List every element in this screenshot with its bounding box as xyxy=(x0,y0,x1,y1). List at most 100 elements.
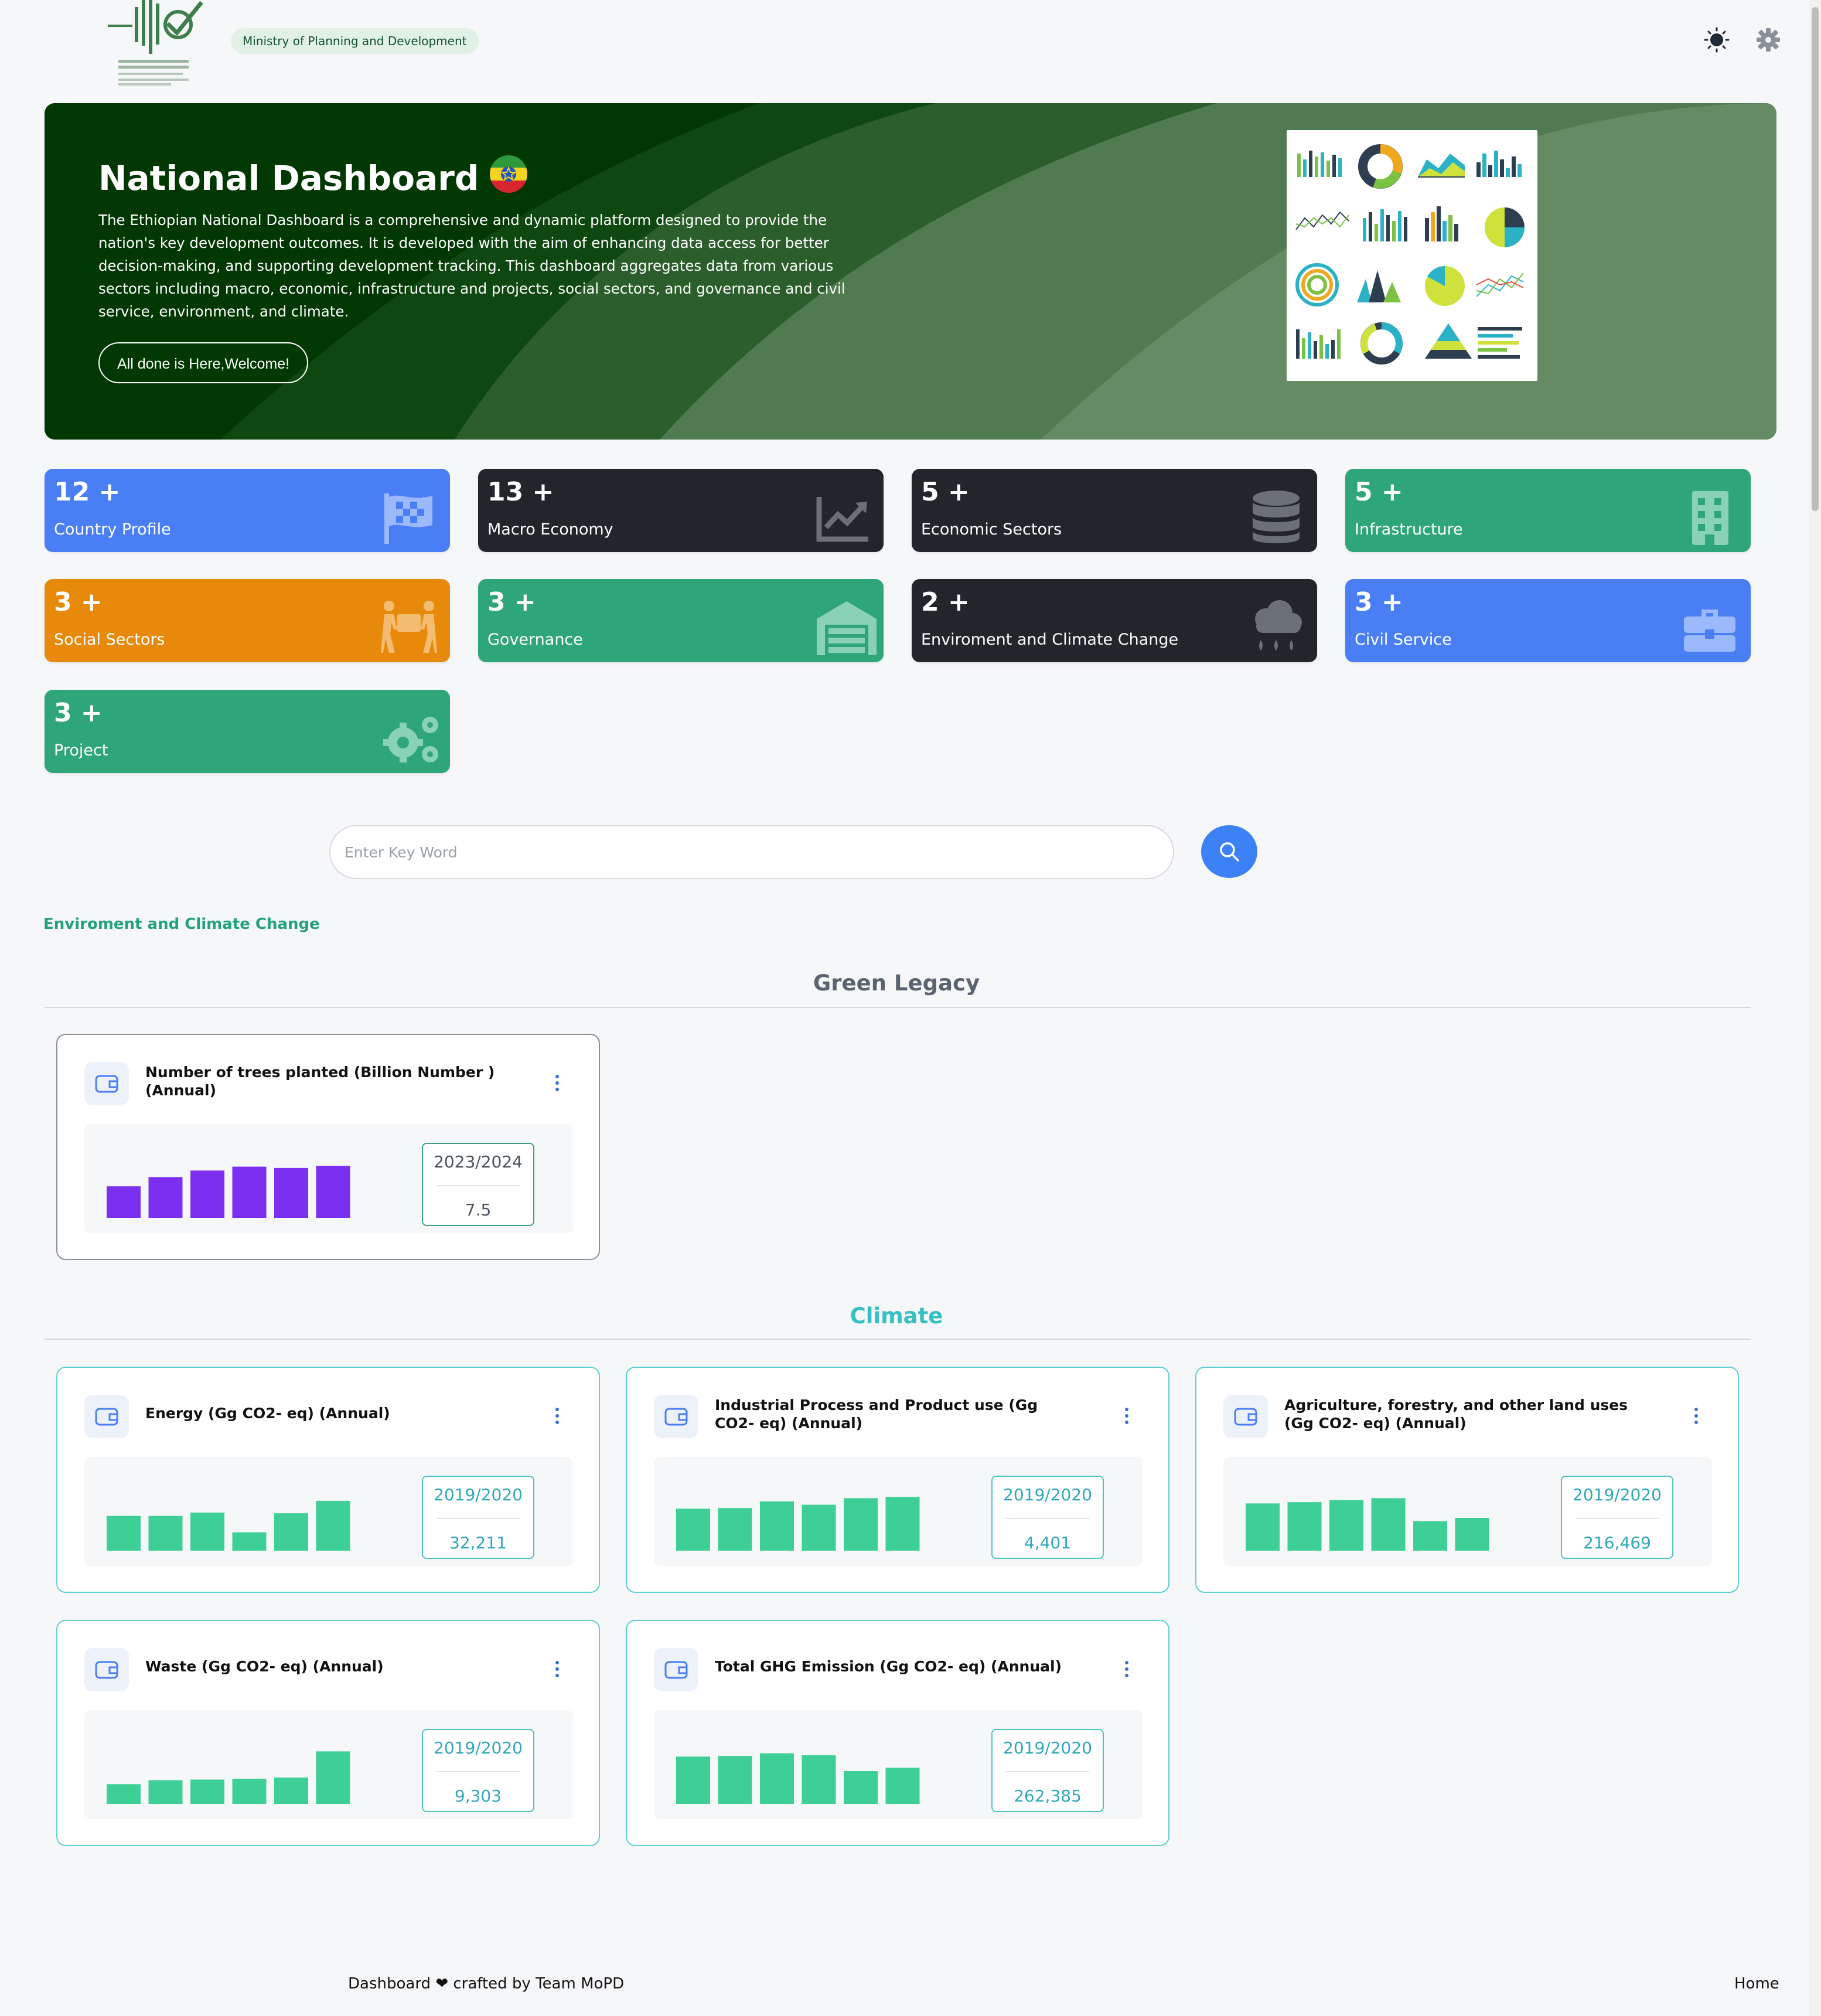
indicator-chart-area: 2019/2020 262,385 xyxy=(654,1710,1143,1819)
bar-4 xyxy=(232,1779,267,1804)
bar-1 xyxy=(676,1756,710,1804)
gear-icon[interactable] xyxy=(1754,26,1782,54)
mini-bar-chart xyxy=(107,1166,350,1218)
latest-value-box: 2019/2020 9,303 xyxy=(422,1729,534,1812)
value-label: 9,303 xyxy=(454,1786,502,1806)
bar-2 xyxy=(1287,1502,1322,1551)
indicator-card[interactable]: Number of trees planted (Billion Number … xyxy=(56,1034,600,1260)
period-label: 2023/2024 xyxy=(434,1152,523,1172)
latest-value-box: 2019/2020 262,385 xyxy=(991,1729,1104,1812)
category-card-environment-climate[interactable]: 2 + Enviroment and Climate Change xyxy=(912,579,1317,662)
ministry-logo[interactable] xyxy=(104,0,210,89)
breadcrumb[interactable]: Enviroment and Climate Change xyxy=(43,915,320,933)
category-card-economic-sectors[interactable]: 5 + Economic Sectors xyxy=(912,469,1317,552)
page-scrollbar[interactable] xyxy=(1809,0,1821,2016)
bar-6 xyxy=(885,1768,920,1804)
category-card-civil-service[interactable]: 3 + Civil Service xyxy=(1345,579,1751,662)
category-card-project[interactable]: 3 + Project xyxy=(45,690,450,773)
bar-5 xyxy=(844,1498,878,1551)
bar-1 xyxy=(107,1186,141,1218)
bar-2 xyxy=(148,1780,183,1804)
category-label: Project xyxy=(54,741,108,760)
footer-home-link[interactable]: Home xyxy=(1734,1975,1779,1993)
bar-6 xyxy=(885,1497,920,1551)
more-options-icon[interactable] xyxy=(548,1071,566,1095)
value-label: 216,469 xyxy=(1583,1533,1651,1552)
building-icon xyxy=(1682,489,1738,545)
value-separator xyxy=(436,1771,520,1772)
indicator-card[interactable]: Agriculture, forestry, and other land us… xyxy=(1195,1367,1739,1593)
indicator-chart-area: 2023/2024 7.5 xyxy=(84,1124,573,1233)
indicator-card[interactable]: Total GHG Emission (Gg CO2- eq) (Annual)… xyxy=(626,1620,1169,1846)
category-count: 3 + xyxy=(54,587,103,617)
period-label: 2019/2020 xyxy=(434,1738,523,1758)
mini-bar-chart xyxy=(676,1753,920,1804)
category-count: 3 + xyxy=(1355,587,1403,617)
bar-6 xyxy=(1455,1518,1489,1551)
value-label: 262,385 xyxy=(1014,1786,1082,1806)
search-button[interactable] xyxy=(1201,825,1257,878)
value-label: 32,211 xyxy=(449,1533,507,1552)
category-card-country-profile[interactable]: 12 + Country Profile xyxy=(45,469,450,552)
value-separator xyxy=(1005,1518,1090,1519)
mini-bar-chart xyxy=(676,1497,920,1551)
latest-value-box: 2019/2020 4,401 xyxy=(991,1476,1104,1559)
category-count: 13 + xyxy=(487,477,554,507)
wallet-icon xyxy=(654,1648,698,1691)
ethiopia-flag-icon xyxy=(489,155,528,202)
bar-5 xyxy=(274,1777,308,1804)
more-options-icon[interactable] xyxy=(1687,1404,1705,1428)
more-options-icon[interactable] xyxy=(1118,1657,1135,1681)
ministry-badge: Ministry of Planning and Development xyxy=(231,28,479,54)
category-label: Social Sectors xyxy=(54,631,165,649)
hero-description: The Ethiopian National Dashboard is a co… xyxy=(98,212,845,320)
value-separator xyxy=(436,1518,520,1519)
category-label: Country Profile xyxy=(54,520,171,539)
category-card-social-sectors[interactable]: 3 + Social Sectors xyxy=(45,579,450,662)
more-options-icon[interactable] xyxy=(548,1657,566,1681)
bar-1 xyxy=(107,1784,141,1804)
section-title-climate: Climate xyxy=(850,1303,943,1329)
value-separator xyxy=(1575,1518,1659,1519)
database-icon xyxy=(1248,489,1304,545)
indicator-title: Agriculture, forestry, and other land us… xyxy=(1284,1397,1628,1432)
bar-6 xyxy=(316,1500,350,1551)
warehouse-icon xyxy=(814,599,877,655)
indicator-chart-area: 2019/2020 9,303 xyxy=(84,1710,573,1819)
indicator-card[interactable]: Waste (Gg CO2- eq) (Annual) 2019/2020 9,… xyxy=(56,1620,600,1846)
hero-title: National Dashboard xyxy=(98,155,528,202)
bar-6 xyxy=(316,1751,350,1804)
more-options-icon[interactable] xyxy=(548,1404,566,1428)
category-count: 2 + xyxy=(921,587,970,617)
category-card-macro-economy[interactable]: 13 + Macro Economy xyxy=(478,469,884,552)
wallet-icon xyxy=(654,1395,698,1438)
value-separator xyxy=(436,1185,520,1186)
bar-2 xyxy=(718,1508,752,1551)
category-label: Macro Economy xyxy=(487,520,613,539)
welcome-button[interactable]: All done is Here,Welcome! xyxy=(98,342,309,383)
scrollbar-thumb[interactable] xyxy=(1812,7,1819,511)
category-card-infrastructure[interactable]: 5 + Infrastructure xyxy=(1345,469,1751,552)
indicator-title: Energy (Gg CO2- eq) (Annual) xyxy=(145,1405,390,1422)
gears-icon xyxy=(381,710,438,766)
top-header: Ministry of Planning and Development xyxy=(0,0,1821,100)
bar-3 xyxy=(760,1501,794,1551)
latest-value-box: 2023/2024 7.5 xyxy=(422,1143,534,1226)
cloud-rain-icon xyxy=(1248,599,1304,655)
indicator-card[interactable]: Industrial Process and Product use (Gg C… xyxy=(626,1367,1169,1593)
bar-5 xyxy=(1413,1521,1447,1551)
mini-bar-chart xyxy=(1246,1498,1489,1551)
indicator-card[interactable]: Energy (Gg CO2- eq) (Annual) 2019/2020 3… xyxy=(56,1367,600,1593)
latest-value-box: 2019/2020 216,469 xyxy=(1561,1476,1673,1559)
section-title-green-legacy: Green Legacy xyxy=(813,970,980,996)
wallet-icon xyxy=(84,1062,129,1105)
bar-4 xyxy=(232,1532,267,1551)
wallet-icon xyxy=(84,1395,129,1438)
category-card-governance[interactable]: 3 + Governance xyxy=(478,579,884,662)
category-count: 3 + xyxy=(54,698,103,728)
keyword-search-input[interactable] xyxy=(329,825,1174,879)
sun-icon[interactable] xyxy=(1703,26,1731,54)
bar-3 xyxy=(190,1170,224,1218)
hero-title-text: National Dashboard xyxy=(98,158,479,198)
more-options-icon[interactable] xyxy=(1118,1404,1135,1428)
